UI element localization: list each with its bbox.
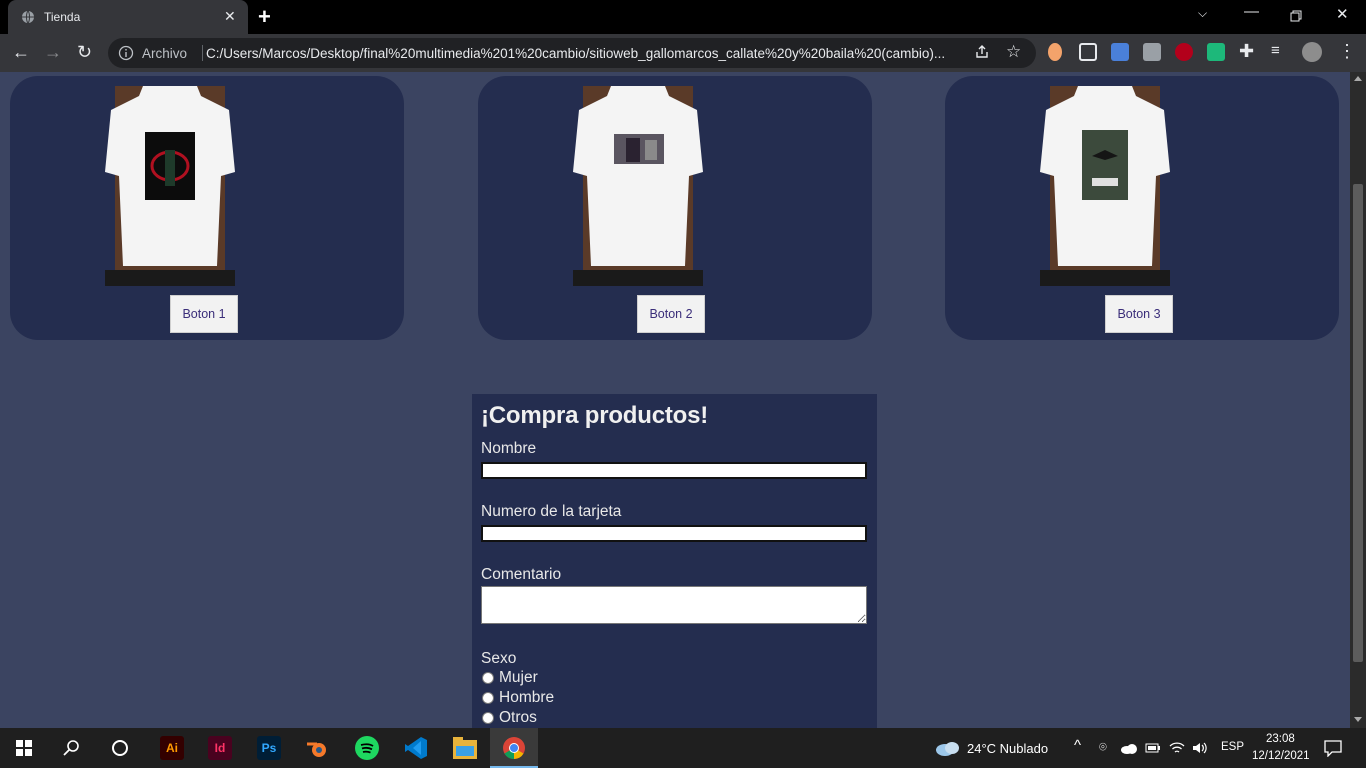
radio-label: Hombre [499, 689, 555, 706]
radio-label: Otros [499, 709, 537, 726]
reload-icon[interactable]: ↻ [77, 42, 92, 63]
cortana-icon[interactable] [111, 739, 129, 757]
profile-avatar[interactable] [1302, 42, 1322, 62]
page-viewport: Boton 1 Boton 2 Boton 3 ¡Compra producto… [0, 72, 1366, 728]
buy-button-2[interactable]: Boton 2 [637, 295, 705, 333]
battery-icon[interactable] [1145, 742, 1161, 754]
comment-label: Comentario [481, 566, 562, 583]
onedrive-icon[interactable] [1120, 742, 1138, 754]
radio-button[interactable] [482, 712, 494, 724]
extension-orange-icon[interactable] [1048, 43, 1062, 61]
bookmark-star-icon[interactable]: ☆ [1006, 42, 1021, 62]
scroll-up-arrow-icon[interactable] [1354, 76, 1362, 81]
search-icon[interactable] [63, 739, 81, 757]
chrome-taskbar-button[interactable] [490, 728, 538, 768]
close-tab-icon[interactable]: ✕ [224, 8, 236, 25]
scroll-down-arrow-icon[interactable] [1354, 717, 1362, 722]
sex-label: Sexo [481, 650, 517, 667]
chevron-up-icon[interactable]: ^ [1074, 737, 1081, 754]
windows-start-icon[interactable] [16, 740, 32, 756]
new-tab-button[interactable]: + [258, 4, 271, 30]
sex-option-hombre[interactable]: Hombre [481, 688, 868, 708]
product-card: Boton 3 [945, 76, 1339, 340]
spotify-icon[interactable] [355, 736, 379, 760]
tab-search-icon[interactable]: ⌵ [1198, 6, 1207, 21]
file-explorer-icon[interactable] [453, 737, 477, 759]
tab-title: Tienda [44, 10, 81, 24]
product-card: Boton 2 [478, 76, 872, 340]
card-number-input[interactable] [481, 525, 867, 542]
media-control-icon[interactable]: ≡ [1271, 42, 1280, 59]
meet-now-icon[interactable]: ⌾ [1099, 739, 1107, 755]
google-translate-icon[interactable] [1111, 43, 1129, 61]
purchase-form: ¡Compra productos! Nombre Numero de la t… [472, 394, 877, 728]
close-window-button[interactable]: ✕ [1336, 5, 1349, 23]
address-separator [202, 45, 203, 61]
form-title: ¡Compra productos! [481, 402, 709, 429]
address-scheme-label: Archivo [142, 46, 188, 61]
notifications-icon[interactable] [1324, 740, 1342, 757]
blender-icon[interactable] [305, 736, 329, 760]
extension-grey-icon[interactable] [1143, 43, 1161, 61]
wifi-icon[interactable] [1169, 741, 1185, 755]
windows-taskbar: Ai Id Ps 24°C Nublado ^ ⌾ ESP 23:08 12/1… [0, 728, 1366, 768]
back-arrow-icon[interactable]: ← [12, 42, 30, 63]
sex-option-otros[interactable]: Otros [481, 708, 868, 728]
comment-textarea[interactable] [481, 586, 867, 624]
radio-button[interactable] [482, 692, 494, 704]
buy-button-1[interactable]: Boton 1 [170, 295, 238, 333]
menu-dots-icon[interactable]: ⋮ [1338, 41, 1356, 62]
volume-icon[interactable] [1192, 741, 1208, 755]
radio-label: Mujer [499, 669, 538, 686]
restore-button[interactable] [1290, 10, 1302, 22]
radio-button[interactable] [482, 672, 494, 684]
photoshop-icon[interactable]: Ps [257, 736, 281, 760]
buy-button-3[interactable]: Boton 3 [1105, 295, 1173, 333]
tshirt-image [1040, 86, 1170, 286]
product-card: Boton 1 [10, 76, 404, 340]
address-url[interactable]: C:/Users/Marcos/Desktop/final%20multimed… [206, 46, 976, 61]
input-language[interactable]: ESP [1221, 741, 1244, 753]
extension-window-icon[interactable] [1079, 43, 1097, 61]
tshirt-image [573, 86, 703, 286]
cloud-weather-icon[interactable] [935, 740, 961, 756]
tshirt-image [105, 86, 235, 286]
page-scrollbar[interactable] [1350, 72, 1366, 728]
forward-arrow-icon[interactable]: → [44, 42, 62, 63]
sex-option-mujer[interactable]: Mujer [481, 668, 868, 688]
scrollbar-thumb[interactable] [1353, 184, 1363, 662]
share-icon[interactable] [974, 44, 990, 60]
address-bar[interactable]: Archivo C:/Users/Marcos/Desktop/final%20… [108, 38, 1036, 68]
card-number-label: Numero de la tarjeta [481, 503, 622, 520]
illustrator-icon[interactable]: Ai [160, 736, 184, 760]
weather-text[interactable]: 24°C Nublado [967, 741, 1048, 756]
globe-icon [22, 10, 34, 24]
name-input[interactable] [481, 462, 867, 479]
indesign-icon[interactable]: Id [208, 736, 232, 760]
extensions-puzzle-icon[interactable]: ✚ [1239, 41, 1254, 62]
clock-time[interactable]: 23:08 [1266, 733, 1295, 745]
ublock-icon[interactable] [1175, 43, 1193, 61]
clock-date[interactable]: 12/12/2021 [1252, 750, 1310, 762]
extension-green-icon[interactable] [1207, 43, 1225, 61]
minimize-button[interactable]: — [1244, 3, 1259, 20]
browser-tab-strip: Tienda ✕ + ⌵ — ✕ [0, 0, 1366, 34]
chrome-icon [503, 737, 525, 759]
vscode-icon[interactable] [404, 736, 428, 760]
browser-tab[interactable]: Tienda ✕ [8, 0, 248, 34]
name-label: Nombre [481, 440, 537, 457]
info-icon[interactable] [118, 45, 134, 61]
browser-toolbar: ← → ↻ Archivo C:/Users/Marcos/Desktop/fi… [0, 34, 1366, 72]
